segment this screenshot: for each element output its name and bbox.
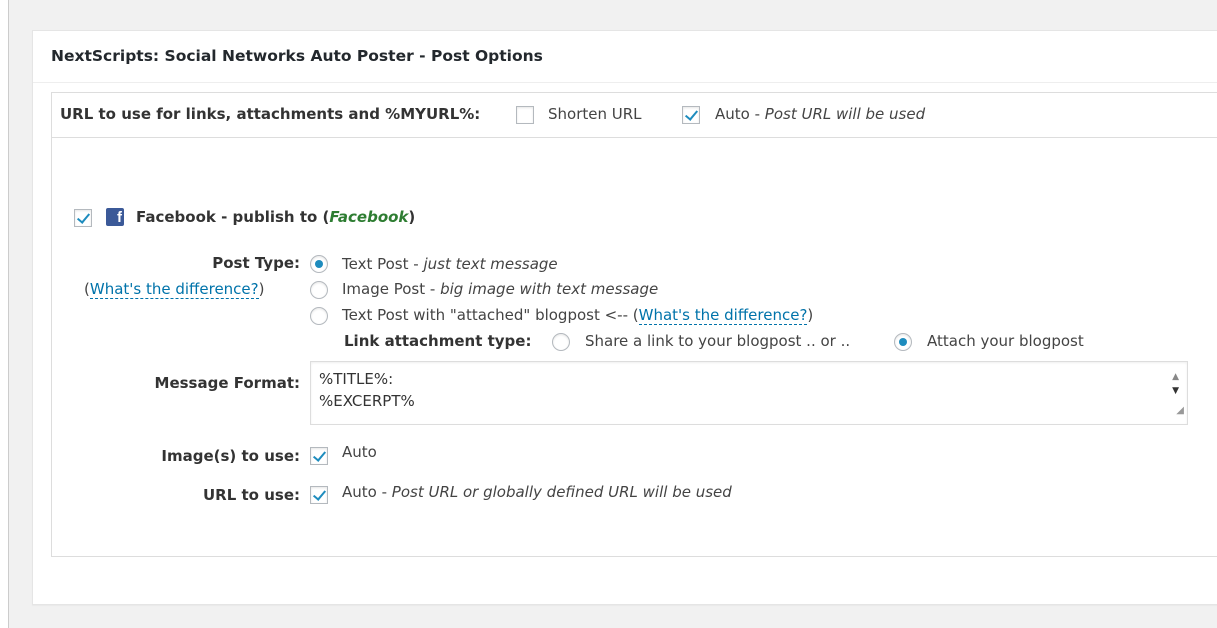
image-post-radio[interactable] <box>310 281 328 299</box>
shorten-url-label: Shorten URL <box>548 105 642 123</box>
facebook-checkbox[interactable] <box>74 209 92 227</box>
panel-title: NextScripts: Social Networks Auto Poster… <box>51 47 543 65</box>
url-auto-label: Auto - Post URL or globally defined URL … <box>342 483 732 501</box>
facebook-icon: f <box>106 208 124 226</box>
left-edge <box>0 0 9 628</box>
attached-post-label: Text Post with "attached" blogpost <-- (… <box>342 306 814 325</box>
text-post-label: Text Post - just text message <box>342 255 558 273</box>
auto-url-checkbox[interactable] <box>682 106 700 124</box>
images-label: Image(s) to use: <box>161 447 300 465</box>
attached-whats-diff-link[interactable]: What's the difference? <box>638 306 808 325</box>
url-bar: URL to use for links, attachments and %M… <box>52 93 1217 138</box>
post-type-label: Post Type: <box>212 254 300 272</box>
message-format-line-2: %EXCERPT% <box>319 392 415 410</box>
post-type-help: (What's the difference?) <box>84 280 265 299</box>
post-options-panel: NextScripts: Social Networks Auto Poster… <box>32 30 1217 605</box>
options-inner-box: URL to use for links, attachments and %M… <box>51 92 1217 557</box>
message-format-line-1: %TITLE%: <box>319 370 394 388</box>
title-divider <box>33 82 1217 83</box>
scroll-down-icon[interactable]: ▼ <box>1172 380 1179 402</box>
image-post-label: Image Post - big image with text message <box>342 280 659 298</box>
whats-the-difference-link[interactable]: What's the difference? <box>89 280 259 299</box>
message-format-textarea[interactable]: %TITLE%: %EXCERPT% ▲ ▼ ◢ <box>310 361 1188 425</box>
attached-post-radio[interactable] <box>310 307 328 325</box>
text-post-radio[interactable] <box>310 255 328 273</box>
url-to-use-label: URL to use: <box>203 486 300 504</box>
share-link-label: Share a link to your blogpost .. or .. <box>585 332 851 350</box>
facebook-publish-label: Facebook - publish to (Facebook) <box>136 208 416 226</box>
resize-handle-icon[interactable]: ◢ <box>1176 400 1184 422</box>
link-attachment-label: Link attachment type: <box>344 332 532 350</box>
share-link-radio[interactable] <box>552 333 570 351</box>
message-format-label: Message Format: <box>154 374 300 392</box>
attach-blogpost-label: Attach your blogpost <box>927 332 1084 350</box>
images-auto-label: Auto <box>342 443 377 461</box>
url-bar-label: URL to use for links, attachments and %M… <box>60 105 481 123</box>
auto-url-label: Auto - Post URL will be used <box>715 105 926 123</box>
attach-blogpost-radio[interactable] <box>894 333 912 351</box>
images-auto-checkbox[interactable] <box>310 447 328 465</box>
url-auto-checkbox[interactable] <box>310 486 328 504</box>
shorten-url-checkbox[interactable] <box>516 106 534 124</box>
